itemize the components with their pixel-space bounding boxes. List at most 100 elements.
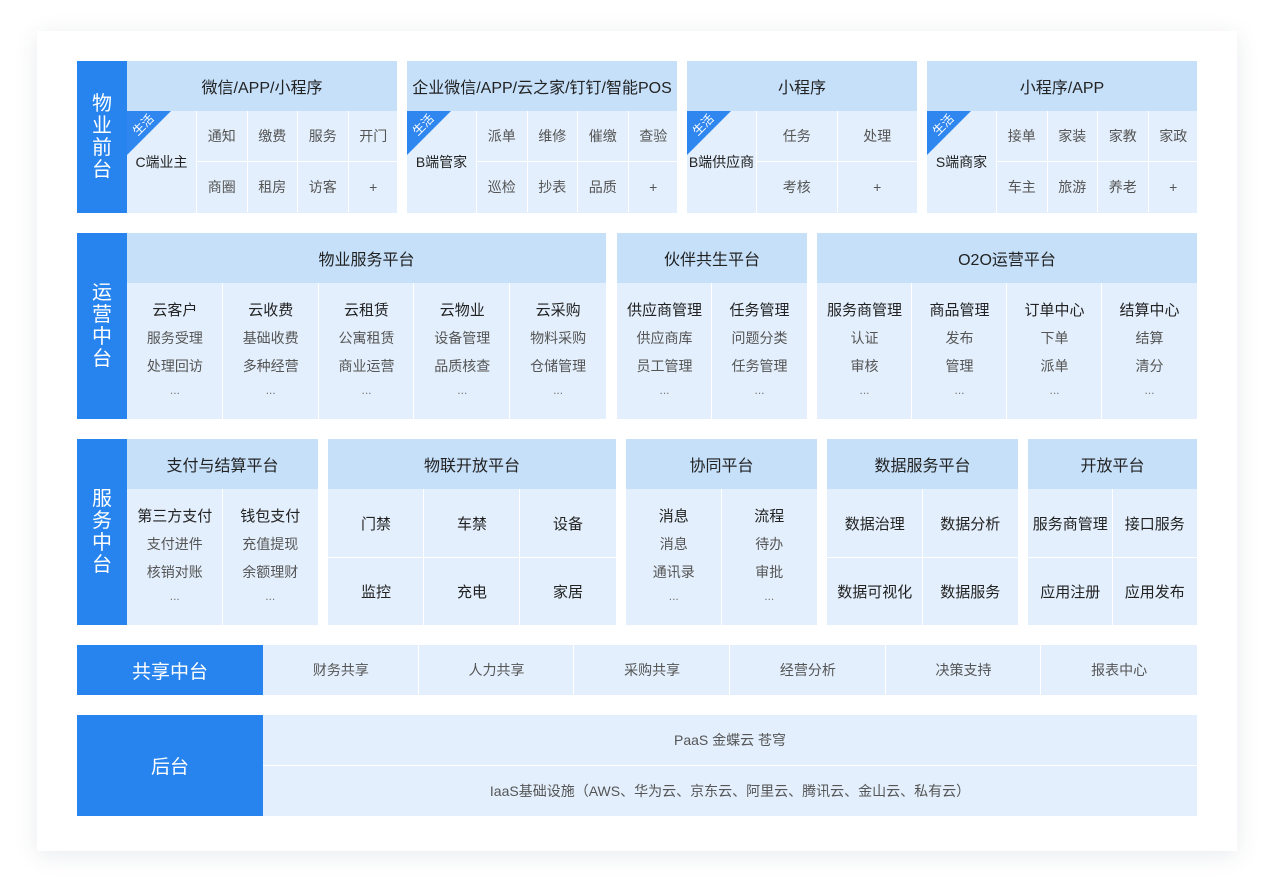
service-item-label: 数据可视化 (837, 583, 913, 601)
shared-item[interactable]: 采购共享 (574, 645, 730, 695)
add-item-button[interactable]: + (349, 162, 399, 212)
life-tag: 生活 (927, 111, 971, 155)
front-item[interactable]: 接单 (997, 111, 1047, 161)
front-item[interactable]: 车主 (997, 162, 1047, 212)
module-line: 服务受理 (146, 330, 203, 346)
module-title: 云物业 (439, 302, 485, 319)
shared-item[interactable]: 财务共享 (263, 645, 419, 695)
front-item[interactable]: 商圈 (197, 162, 247, 212)
front-item[interactable]: 家装 (1048, 111, 1098, 161)
module-line: 处理回访 (146, 358, 203, 374)
front-item[interactable]: 抄表 (528, 162, 578, 212)
ops-side-text: 运营中台 (92, 282, 112, 370)
front-item[interactable]: 缴费 (248, 111, 298, 161)
module-title: 第三方支付 (137, 508, 213, 525)
module-line: 审批 (755, 564, 784, 580)
module-title: 供应商管理 (626, 302, 702, 319)
service-item[interactable]: 应用发布 (1113, 557, 1198, 625)
front-item[interactable]: 巡检 (477, 162, 527, 212)
front-item[interactable]: 租房 (248, 162, 298, 212)
add-item-button[interactable]: + (1149, 162, 1199, 212)
service-item[interactable]: 家居 (520, 557, 616, 625)
shared-item[interactable]: 人力共享 (419, 645, 575, 695)
front-item-label: 通知 (207, 128, 236, 144)
backend-side-text: 后台 (150, 757, 189, 778)
front-item[interactable]: 品质 (578, 162, 628, 212)
front-item-label: 接单 (1007, 128, 1036, 144)
front-item-label: 家装 (1058, 128, 1087, 144)
front-item-label: 租房 (258, 179, 287, 195)
service-item-label: 数据服务 (940, 583, 1001, 601)
module-line: 发布 (945, 330, 974, 346)
front-item[interactable]: 访客 (298, 162, 348, 212)
service-item[interactable]: 车禁 (424, 489, 520, 557)
iaas-row: IaaS基础设施（AWS、华为云、京东云、阿里云、腾讯云、金山云、私有云） (263, 766, 1197, 816)
service-item[interactable]: 接口服务 (1113, 489, 1198, 557)
front-item[interactable]: 催缴 (578, 111, 628, 161)
service-item[interactable]: 数据分析 (923, 489, 1019, 557)
service-item[interactable]: 数据可视化 (827, 557, 923, 625)
life-tag: 生活 (407, 111, 451, 155)
role-cell: 生活 S端商家 (927, 111, 996, 213)
service-item[interactable]: 监控 (328, 557, 424, 625)
service-item[interactable]: 应用注册 (1028, 557, 1113, 625)
module-column: 第三方支付 支付进件 核销对账... (127, 489, 223, 625)
front-item[interactable]: 维修 (528, 111, 578, 161)
service-item-label: 家居 (552, 583, 583, 601)
front-item[interactable]: 服务 (298, 111, 348, 161)
module-line: 待办 (755, 536, 784, 552)
pay-platform-header: 支付与结算平台 (127, 439, 318, 489)
iaas-text: IaaS基础设施（AWS、华为云、京东云、阿里云、腾讯云、金山云、私有云） (489, 783, 971, 799)
service-item[interactable]: 门禁 (328, 489, 424, 557)
module-line: 通讯录 (652, 564, 695, 580)
front-group-panel: 生活 B端供应商 任务 处理 考核 + (687, 111, 917, 213)
life-tag: 生活 (687, 111, 731, 155)
module-line: 公寓租赁 (338, 330, 395, 346)
service-item[interactable]: 服务商管理 (1028, 489, 1113, 557)
module-line: 问题分类 (731, 330, 788, 346)
service-item-label: 应用发布 (1124, 583, 1185, 601)
add-item-button[interactable]: + (838, 162, 918, 212)
add-item-button[interactable]: + (629, 162, 679, 212)
front-item-label: + (369, 179, 378, 195)
module-line: 基础收费 (242, 330, 299, 346)
front-side-text: 物业前台 (92, 93, 112, 181)
module-line: 管理 (945, 358, 974, 374)
module-column: 供应商管理 供应商库 员工管理... (617, 283, 712, 419)
shared-item[interactable]: 决策支持 (886, 645, 1042, 695)
front-item[interactable]: 旅游 (1048, 162, 1098, 212)
shared-item-label: 人力共享 (468, 662, 525, 678)
front-item[interactable]: 派单 (477, 111, 527, 161)
front-group-panel: 生活 C端业主 通知 缴费 服务 开门商圈 租房 访客 + (127, 111, 397, 213)
role-cell: 生活 C端业主 (127, 111, 196, 213)
front-item-label: 抄表 (538, 179, 567, 195)
service-item[interactable]: 数据治理 (827, 489, 923, 557)
front-item-label: 催缴 (588, 128, 617, 144)
shared-item[interactable]: 经营分析 (730, 645, 886, 695)
front-item[interactable]: 家政 (1149, 111, 1199, 161)
service-item-label: 服务商管理 (1032, 515, 1108, 533)
life-tag: 生活 (127, 111, 171, 155)
front-item[interactable]: 任务 (757, 111, 837, 161)
service-item[interactable]: 设备 (520, 489, 616, 557)
service-item[interactable]: 数据服务 (923, 557, 1019, 625)
module-line: 任务管理 (731, 358, 788, 374)
front-item[interactable]: 通知 (197, 111, 247, 161)
module-column: 云租赁 公寓租赁 商业运营... (319, 283, 415, 419)
front-item[interactable]: 考核 (757, 162, 837, 212)
front-item[interactable]: 查验 (629, 111, 679, 161)
module-column: 云客户 服务受理 处理回访... (127, 283, 223, 419)
front-item[interactable]: 处理 (838, 111, 918, 161)
front-item[interactable]: 开门 (349, 111, 399, 161)
front-item[interactable]: 养老 (1098, 162, 1148, 212)
module-title: 任务管理 (729, 302, 790, 319)
module-line: 充值提现 (242, 536, 299, 552)
module-title: 消息 (658, 508, 689, 525)
iot-platform-panel: 门禁 车禁 设备监控 充电 家居 (328, 489, 616, 625)
module-line: 设备管理 (434, 330, 491, 346)
module-line: ... (954, 383, 965, 397)
front-item[interactable]: 家教 (1098, 111, 1148, 161)
service-item[interactable]: 充电 (424, 557, 520, 625)
shared-item[interactable]: 报表中心 (1041, 645, 1197, 695)
module-title: 流程 (754, 508, 785, 525)
